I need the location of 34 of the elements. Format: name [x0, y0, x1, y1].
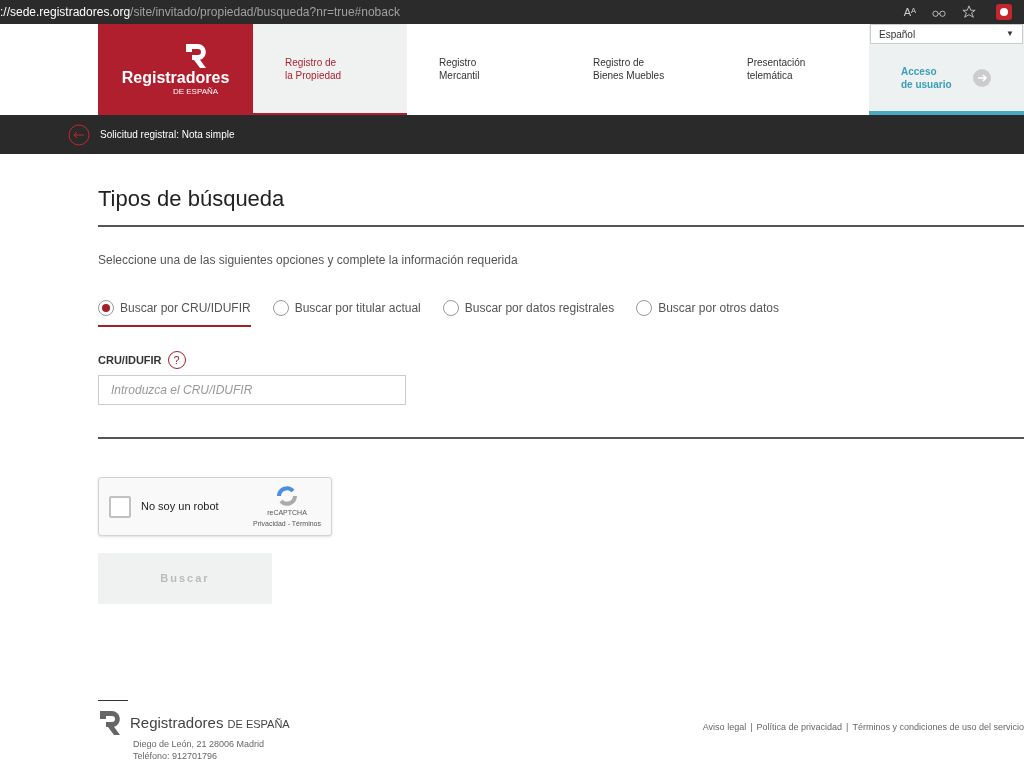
language-select[interactable]: Español ▼ [870, 24, 1023, 44]
logo-banner[interactable]: Registradores DE ESPAÑA [98, 24, 253, 115]
field-label: CRU/IDUFIR [98, 352, 162, 368]
recaptcha-logo-icon [275, 484, 299, 508]
address-bar[interactable]: ://sede.registradores.org/site/invitado/propiedad/busqueda?nr=true#noback Aᴬ [0, 0, 1024, 24]
link-separator: | [846, 721, 849, 734]
search-option-radio[interactable]: Buscar por titular actual [272, 299, 421, 327]
search-option-radio[interactable]: Buscar por CRU/IDUFIR [98, 299, 251, 327]
captcha-checkbox[interactable] [109, 495, 131, 518]
read-aloud-button[interactable]: Aᴬ [903, 3, 916, 21]
search-option-radio[interactable]: Buscar por datos registrales [442, 299, 615, 327]
footer-link[interactable]: Aviso legal [702, 721, 747, 762]
page-title: Tipos de búsqueda [98, 185, 286, 213]
url-text: ://sede.registradores.org/site/invitado/propiedad/busqueda?nr=true#noback [0, 4, 400, 21]
r-logo-icon [183, 41, 208, 70]
footer-phone: Teléfono: 912701796 [133, 751, 219, 762]
intro-text: Seleccione una de las siguientes opciones y complete la información requerida [98, 252, 519, 269]
link-separator: | [750, 721, 753, 734]
footer-address: Diego de León, 21 28006 Madrid [133, 739, 266, 750]
footer-brand: Registradores DE ESPAÑA [130, 712, 290, 733]
footer-link[interactable]: Política de privacidad [756, 721, 843, 762]
breadcrumb-text: Solicitud registral: Nota simple [100, 128, 235, 142]
nav-tab[interactable]: Registro de la Propiedad [253, 24, 407, 115]
logo-subtext: DE ESPAÑA [172, 86, 219, 98]
footer-link[interactable]: Términos y condiciones de uso del servicio [852, 721, 1024, 762]
r-logo-icon [98, 709, 122, 737]
back-icon[interactable] [68, 123, 90, 146]
captcha-label: No soy un robot [141, 499, 219, 515]
star-icon[interactable] [962, 5, 976, 19]
cru-input-field[interactable]: Introduzca el CRU/IDUFIR [98, 375, 406, 405]
search-option-radio[interactable]: Buscar por otros datos [636, 299, 779, 327]
extension-icon[interactable] [996, 4, 1012, 20]
caret-icon: ▼ [1006, 28, 1014, 40]
logo-text: Registradores [121, 69, 230, 86]
